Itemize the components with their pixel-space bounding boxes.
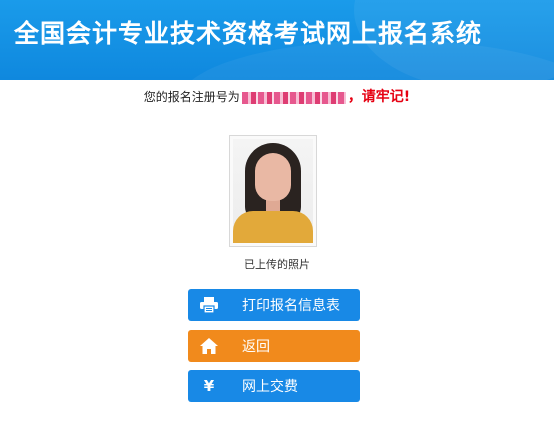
back-button-label: 返回 [242, 339, 270, 355]
yen-icon: ¥ [203, 377, 215, 395]
registration-number-redacted [241, 91, 346, 104]
print-registration-button[interactable]: 打印报名信息表 [188, 289, 360, 321]
registration-number-line: 您的报名注册号为 ，请牢记! [0, 86, 554, 106]
online-payment-button[interactable]: ¥ 网上交费 [188, 370, 360, 402]
registration-prefix: 您的报名注册号为 [143, 90, 240, 104]
uploaded-photo [233, 139, 313, 243]
payment-button-label: 网上交费 [242, 379, 298, 395]
uploaded-photo-frame [229, 135, 317, 247]
print-button-label: 打印报名信息表 [242, 298, 340, 314]
app-header: 全国会计专业技术资格考试网上报名系统 [0, 0, 554, 80]
photo-caption: 已上传的照片 [244, 258, 310, 271]
back-button[interactable]: 返回 [188, 330, 360, 362]
remember-warning: ，请牢记! [347, 89, 411, 105]
app-title: 全国会计专业技术资格考试网上报名系统 [14, 19, 483, 48]
home-icon [188, 330, 230, 362]
printer-icon [188, 289, 230, 321]
